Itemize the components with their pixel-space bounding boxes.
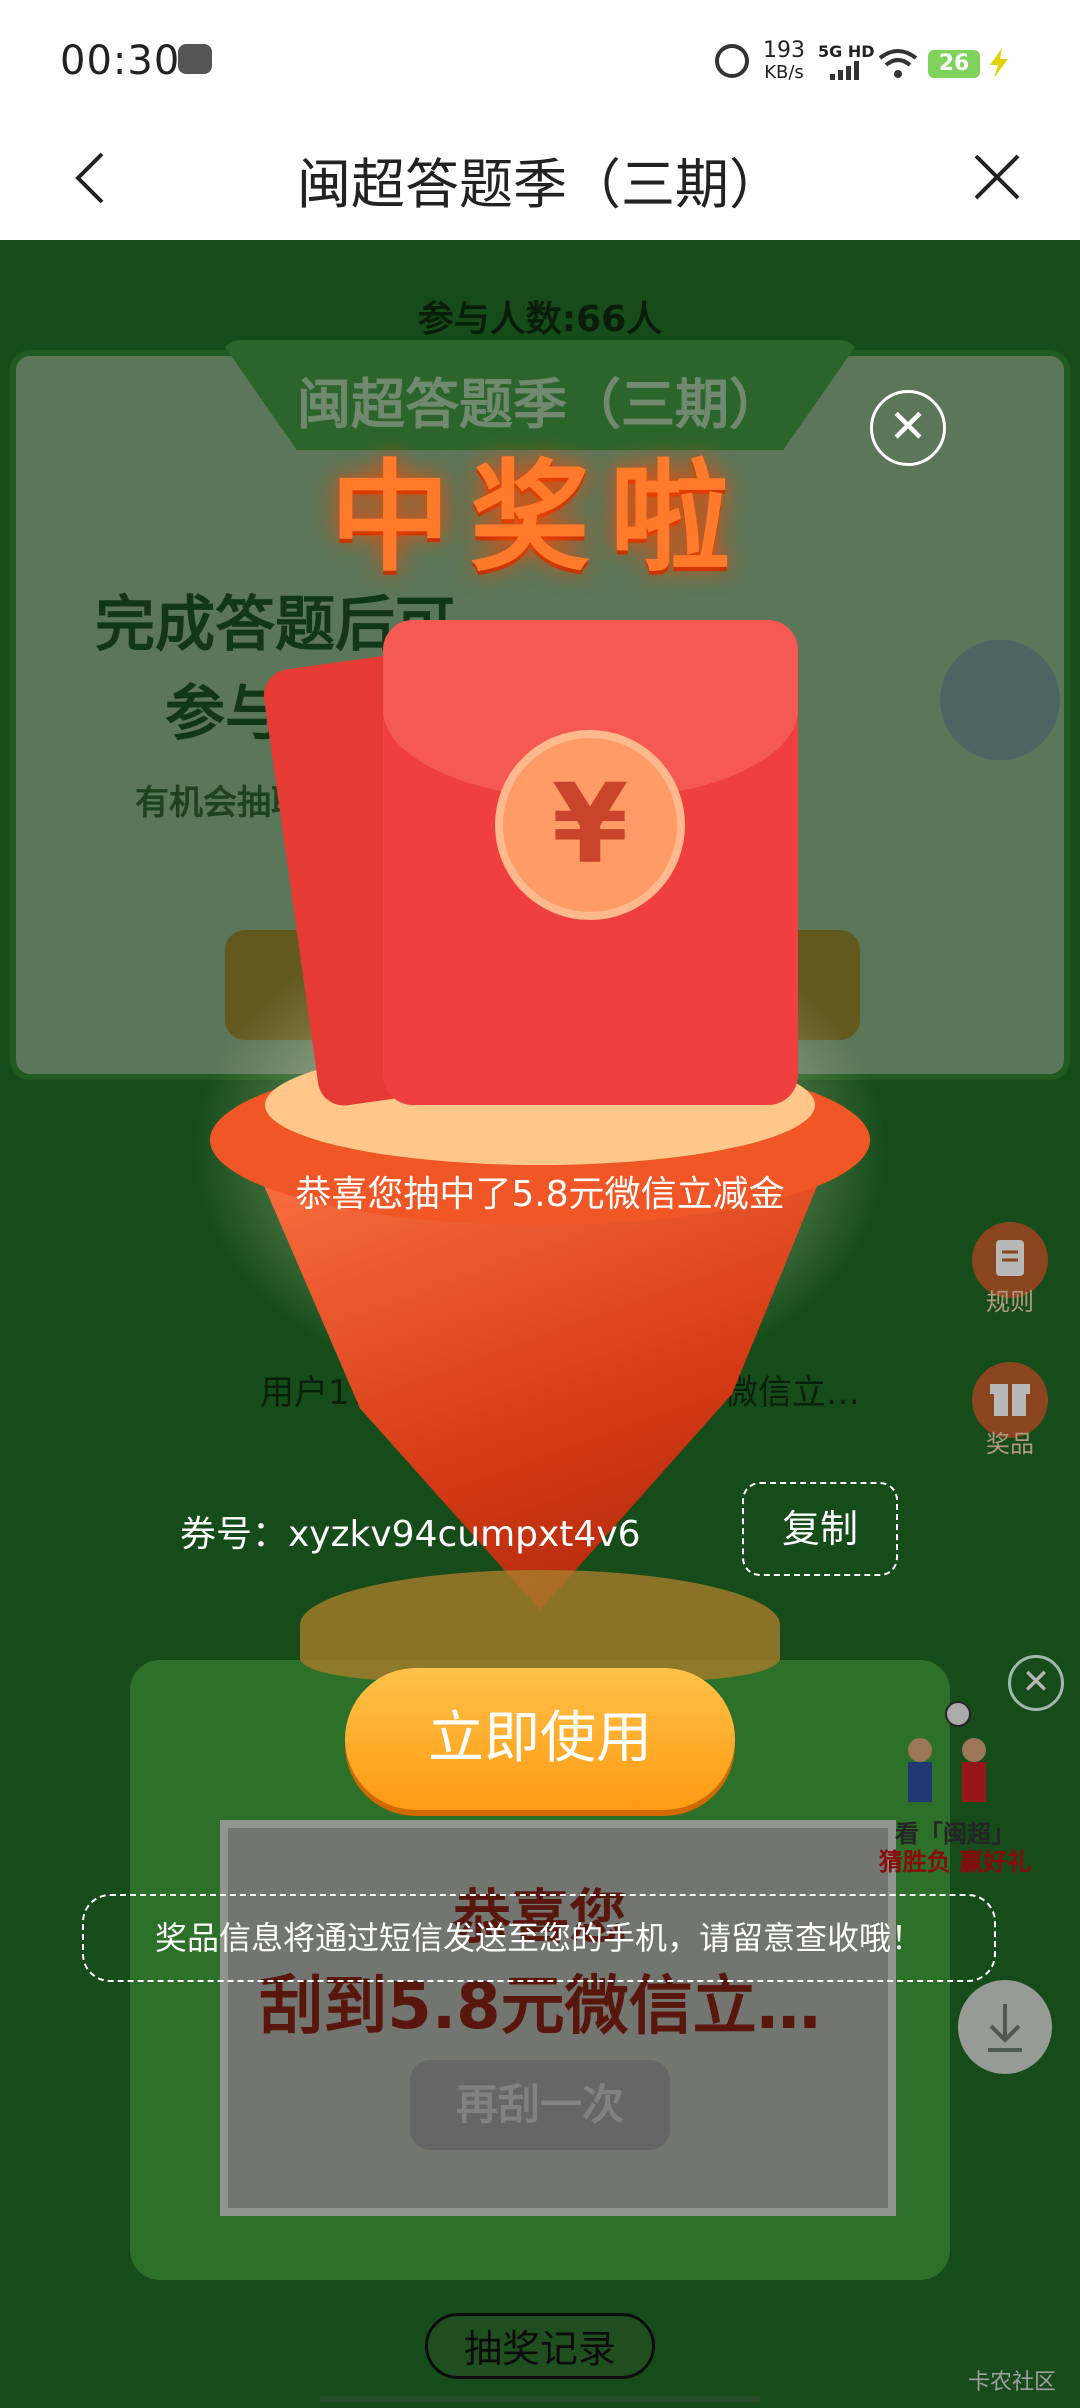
wifi-icon — [878, 48, 918, 80]
status-time: 00:30 — [60, 38, 181, 84]
coupon-code: 券号：xyzkv94cumpxt4v6 — [180, 1514, 641, 1555]
signal-icon — [830, 60, 864, 80]
copy-button[interactable]: 复制 — [742, 1482, 898, 1576]
network-speed: 193 — [763, 38, 805, 63]
use-now-button[interactable]: 立即使用 — [345, 1668, 735, 1810]
gift-bow — [300, 1570, 780, 1680]
page-title: 闽超答题季（三期） — [297, 153, 783, 216]
yuan-coin-icon: ¥ — [495, 730, 685, 920]
win-message: 恭喜您抽中了5.8元微信立减金 — [295, 1174, 785, 1215]
charging-icon — [988, 48, 1010, 78]
gamepad-icon — [178, 44, 212, 74]
status-bar: 00:30 193 KB/s 5G HD 26 — [0, 0, 1080, 120]
sms-notice: 奖品信息将通过短信发送至您的手机，请留意查收哦！ — [82, 1894, 996, 1982]
alarm-icon — [715, 44, 749, 78]
modal-heading: 中奖啦 — [330, 449, 750, 588]
network-type: 5G HD — [818, 42, 875, 61]
battery-icon: 26 — [928, 50, 980, 78]
network-speed-unit: KB/s — [764, 62, 804, 83]
